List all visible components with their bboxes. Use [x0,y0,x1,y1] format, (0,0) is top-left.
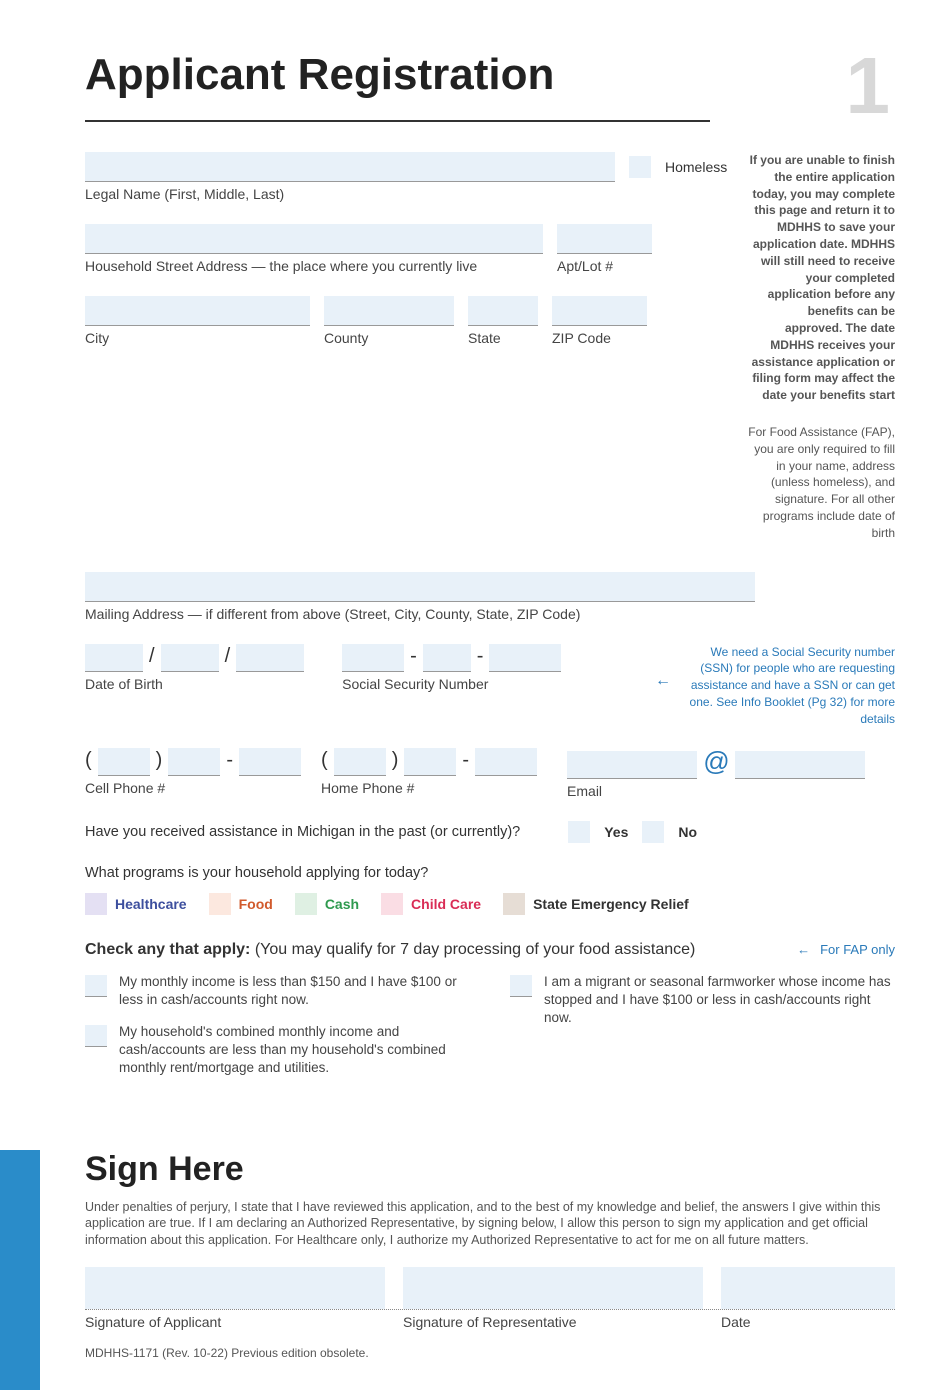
home-label: Home Phone # [321,780,537,796]
sign-legal-text: Under penalties of perjury, I state that… [85,1199,895,1250]
ssn-label: Social Security Number [342,676,561,692]
cell-area-field[interactable] [98,748,150,776]
state-label: State [468,330,538,346]
state-field[interactable] [468,296,538,326]
check-apply-heading: Check any that apply: (You may qualify f… [85,941,695,959]
program-ser[interactable]: State Emergency Relief [503,893,689,915]
dob-mm-field[interactable] [85,644,143,672]
home-end-field[interactable] [475,748,537,776]
childcare-label: Child Care [411,896,481,912]
food-label: Food [239,896,273,912]
no-checkbox[interactable] [642,821,664,843]
arrow-left-icon: ← [655,670,671,692]
cell-dash: - [226,749,233,776]
ssn-2-field[interactable] [423,644,471,672]
past-assistance-question: Have you received assistance in Michigan… [85,824,520,840]
page-number: 1 [846,40,891,132]
county-label: County [324,330,454,346]
email-domain-field[interactable] [735,751,865,779]
arrow-left-icon-2: ← [797,942,810,957]
sidebar-note-fap: For Food Assistance (FAP), you are only … [747,424,895,542]
yes-label: Yes [604,824,628,840]
ssn-sep-1: - [410,645,417,672]
street-address-field[interactable] [85,224,543,254]
apt-lot-label: Apt/Lot # [557,258,652,274]
healthcare-label: Healthcare [115,896,187,912]
fap-check-3[interactable] [510,975,532,997]
cell-end-field[interactable] [239,748,301,776]
form-footer: MDHHS-1171 (Rev. 10-22) Previous edition… [85,1346,895,1360]
title-rule [85,120,710,122]
dob-label: Date of Birth [85,676,304,692]
mailing-label: Mailing Address — if different from abov… [85,606,755,622]
dob-yyyy-field[interactable] [236,644,304,672]
fap-check-2-text: My household's combined monthly income a… [119,1023,470,1078]
city-field[interactable] [85,296,310,326]
legal-name-label: Legal Name (First, Middle, Last) [85,186,727,202]
zip-label: ZIP Code [552,330,647,346]
fap-only-text: For FAP only [820,942,895,957]
fap-only-note: ← For FAP only [797,942,895,957]
sidebar-ssn-note: ← We need a Social Security number (SSN)… [675,644,895,728]
food-checkbox[interactable] [209,893,231,915]
ssn-3-field[interactable] [489,644,561,672]
sig-rep-label: Signature of Representative [403,1314,703,1330]
cell-mid-field[interactable] [168,748,220,776]
programs-question: What programs is your household applying… [85,865,895,881]
sidebar-ssn-text: We need a Social Security number (SSN) f… [690,645,895,726]
homeless-checkbox[interactable] [629,156,651,178]
home-area-field[interactable] [334,748,386,776]
check-apply-rest: (You may qualify for 7 day processing of… [250,941,695,958]
yes-checkbox[interactable] [568,821,590,843]
sidebar-note-save: If you are unable to finish the entire a… [747,152,895,404]
county-field[interactable] [324,296,454,326]
dob-dd-field[interactable] [161,644,219,672]
healthcare-checkbox[interactable] [85,893,107,915]
street-label: Household Street Address — the place whe… [85,258,543,274]
no-label: No [678,824,697,840]
sig-date-label: Date [721,1314,895,1330]
cash-checkbox[interactable] [295,893,317,915]
program-healthcare[interactable]: Healthcare [85,893,187,915]
signature-rep-field[interactable] [403,1267,703,1309]
apt-lot-field[interactable] [557,224,652,254]
signature-applicant-field[interactable] [85,1267,385,1309]
ser-checkbox[interactable] [503,893,525,915]
home-dash: - [462,749,469,776]
cash-label: Cash [325,896,359,912]
fap-check-3-text: I am a migrant or seasonal farmworker wh… [544,973,895,1028]
zip-field[interactable] [552,296,647,326]
email-label: Email [567,783,865,799]
cell-paren-open: ( [85,749,92,776]
cell-paren-close: ) [156,749,163,776]
fap-check-1-text: My monthly income is less than $150 and … [119,973,470,1009]
legal-name-field[interactable] [85,152,615,182]
homeless-label: Homeless [665,159,727,175]
dob-sep-1: / [149,645,155,672]
cell-label: Cell Phone # [85,780,301,796]
fap-check-1[interactable] [85,975,107,997]
dob-sep-2: / [225,645,231,672]
fap-check-2[interactable] [85,1025,107,1047]
program-food[interactable]: Food [209,893,273,915]
childcare-checkbox[interactable] [381,893,403,915]
signature-date-field[interactable] [721,1267,895,1309]
program-cash[interactable]: Cash [295,893,359,915]
program-childcare[interactable]: Child Care [381,893,481,915]
check-apply-bold: Check any that apply: [85,941,250,958]
ssn-1-field[interactable] [342,644,404,672]
sign-accent-bar [0,1150,40,1390]
home-paren-close: ) [392,749,399,776]
at-symbol-icon: @ [703,746,729,777]
sig-applicant-label: Signature of Applicant [85,1314,385,1330]
page-title: Applicant Registration [85,50,895,100]
sign-here-title: Sign Here [85,1150,895,1189]
ser-label: State Emergency Relief [533,896,689,912]
mailing-address-field[interactable] [85,572,755,602]
ssn-sep-2: - [477,645,484,672]
home-mid-field[interactable] [404,748,456,776]
city-label: City [85,330,310,346]
email-user-field[interactable] [567,751,697,779]
home-paren-open: ( [321,749,328,776]
